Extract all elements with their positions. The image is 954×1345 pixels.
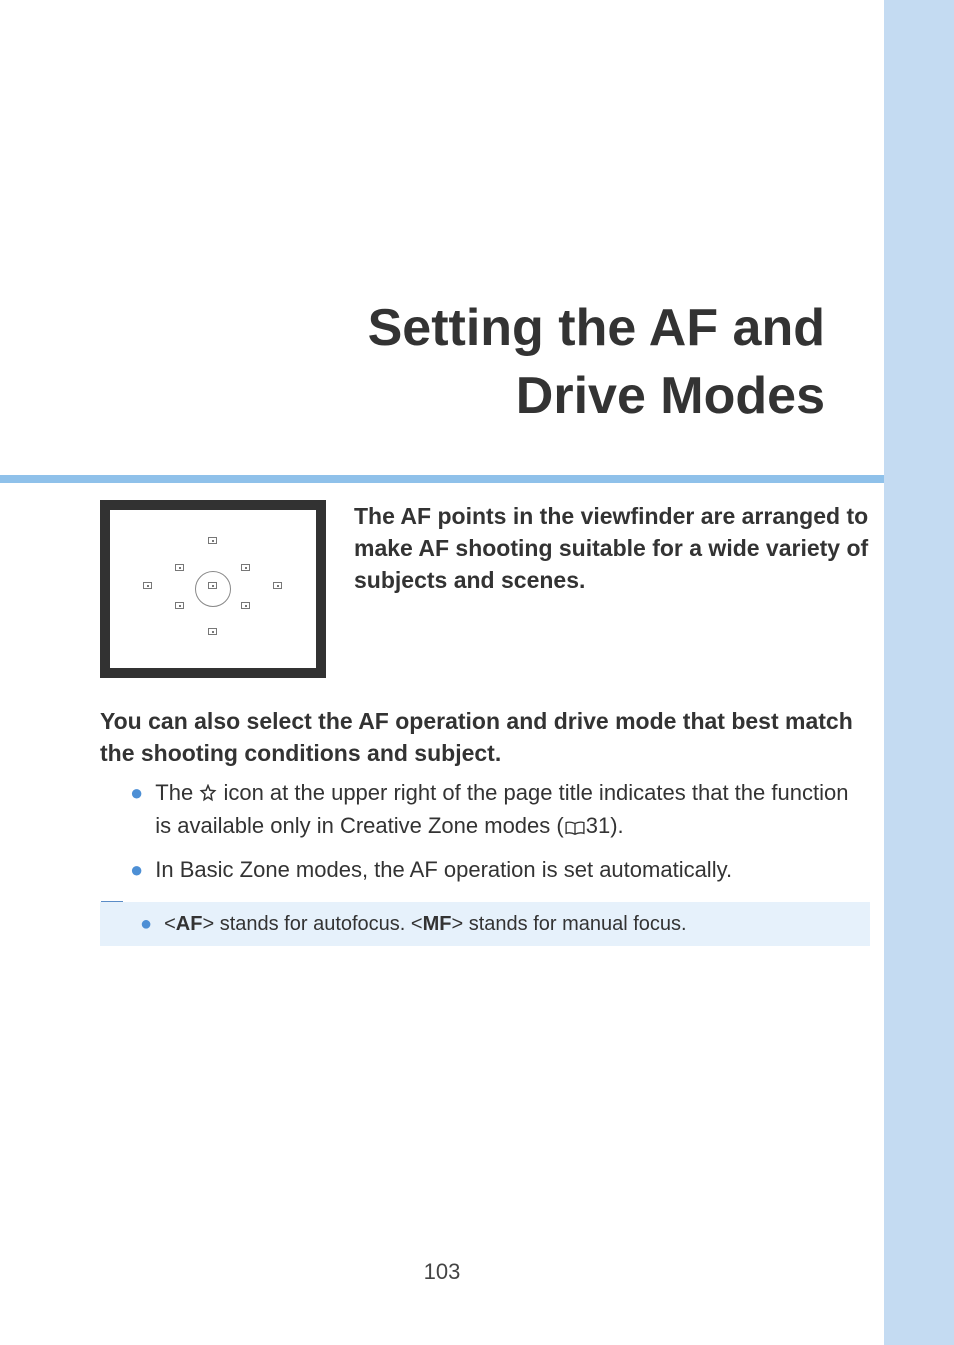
bullet-text: In Basic Zone modes, the AF operation is…	[155, 855, 870, 886]
af-point	[273, 582, 282, 589]
star-icon	[199, 780, 217, 811]
page-number: 103	[0, 1259, 884, 1285]
bullet-dot-icon: ●	[130, 778, 143, 845]
bullet-item: ● The icon at the upper right of the pag…	[130, 778, 870, 845]
chapter-title-line1: Setting the AF and	[368, 299, 825, 357]
bullet-dot-icon: ●	[130, 855, 143, 886]
secondary-paragraph: You can also select the AF operation and…	[100, 705, 870, 769]
af-point-grid	[138, 534, 288, 644]
intro-paragraph: The AF points in the viewfinder are arra…	[354, 500, 870, 597]
af-point	[143, 582, 152, 589]
note-box: ● <AF> stands for autofocus. <MF> stands…	[100, 902, 870, 946]
af-point	[208, 537, 217, 544]
viewfinder-diagram	[100, 500, 326, 678]
bullet-item: ● In Basic Zone modes, the AF operation …	[130, 855, 870, 886]
spot-meter-circle	[195, 571, 231, 607]
chapter-title-line2: Drive Modes	[516, 367, 825, 425]
page-ref-icon	[564, 814, 586, 845]
bullet-text: The icon at the upper right of the page …	[155, 778, 870, 845]
af-point	[208, 628, 217, 635]
af-point	[241, 602, 250, 609]
af-point	[241, 564, 250, 571]
af-point	[175, 564, 184, 571]
bullet-list: ● The icon at the upper right of the pag…	[130, 778, 870, 895]
chapter-title: Setting the AF and Drive Modes	[0, 295, 865, 430]
bullet-dot-icon: ●	[140, 910, 152, 938]
note-text: <AF> stands for autofocus. <MF> stands f…	[164, 910, 687, 938]
title-rule	[0, 475, 884, 483]
chapter-tab	[884, 0, 954, 1345]
af-point	[208, 582, 217, 589]
af-point	[175, 602, 184, 609]
